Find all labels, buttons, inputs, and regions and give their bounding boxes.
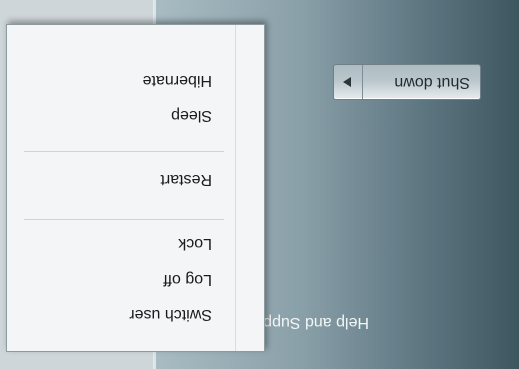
start-menu: Help and Support Shut down Switch user L… xyxy=(0,0,519,369)
triangle-right-icon xyxy=(343,77,352,87)
shutdown-button[interactable]: Shut down xyxy=(363,65,480,99)
menu-item-lock[interactable]: Lock xyxy=(32,226,212,260)
shutdown-options-button[interactable] xyxy=(334,65,363,99)
menu-item-hibernate[interactable]: Hibernate xyxy=(32,63,212,97)
menu-separator xyxy=(24,219,224,220)
power-options-menu: Switch user Log off Lock Restart Sleep H… xyxy=(6,24,265,352)
menu-icon-gutter xyxy=(235,25,236,351)
shutdown-split-button: Shut down xyxy=(333,64,481,100)
menu-item-switch-user[interactable]: Switch user xyxy=(32,297,212,331)
menu-item-log-off[interactable]: Log off xyxy=(32,262,212,296)
menu-separator xyxy=(24,151,224,152)
menu-item-restart[interactable]: Restart xyxy=(32,162,212,196)
menu-item-sleep[interactable]: Sleep xyxy=(32,98,212,132)
